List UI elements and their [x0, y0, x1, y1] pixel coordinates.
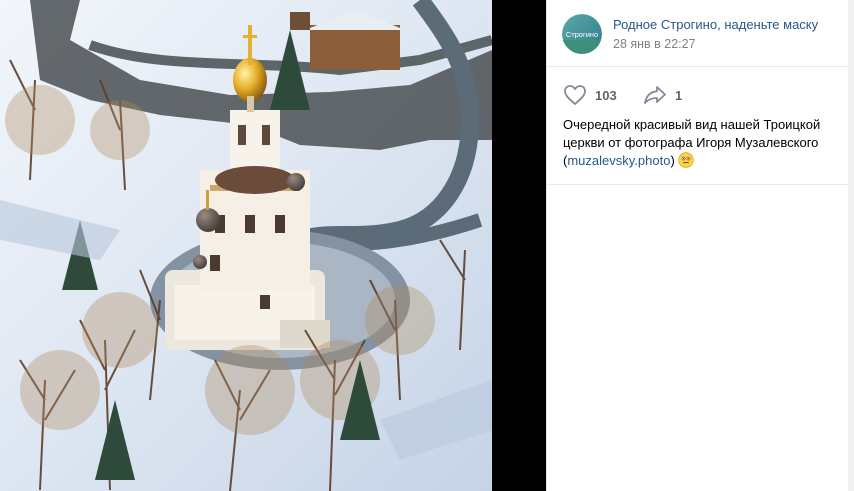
divider — [547, 184, 849, 185]
post-date[interactable]: 28 янв в 22:27 — [613, 37, 696, 51]
photographer-link[interactable]: muzalevsky.photo — [567, 153, 670, 168]
scrollbar[interactable] — [848, 0, 854, 491]
like-count: 103 — [595, 87, 617, 103]
post-header: Строгино Родное Строгино, наденьте маску… — [547, 0, 849, 67]
emoji-icon — [678, 152, 694, 173]
share-icon — [644, 86, 666, 104]
viewer-gap — [492, 0, 546, 491]
church-photo — [0, 0, 492, 491]
share-button[interactable]: 1 — [643, 84, 682, 106]
avatar-label: Строгино — [566, 30, 598, 39]
post-text: Очередной красивый вид нашей Троицкой це… — [563, 116, 838, 173]
avatar[interactable]: Строгино — [562, 14, 602, 54]
post-actions: 103 1 — [547, 66, 849, 122]
heart-icon — [564, 85, 586, 106]
share-count: 1 — [675, 87, 683, 103]
avatar-image: Строгино — [562, 14, 602, 54]
post-text-body: Очередной красивый вид нашей Троицкой це… — [563, 117, 821, 150]
link-close-paren: ) — [670, 153, 675, 168]
like-button[interactable]: 103 — [563, 84, 617, 106]
post-photo[interactable] — [0, 0, 492, 491]
author-name[interactable]: Родное Строгино, наденьте маску — [613, 17, 818, 32]
post-panel: Строгино Родное Строгино, наденьте маску… — [546, 0, 849, 491]
